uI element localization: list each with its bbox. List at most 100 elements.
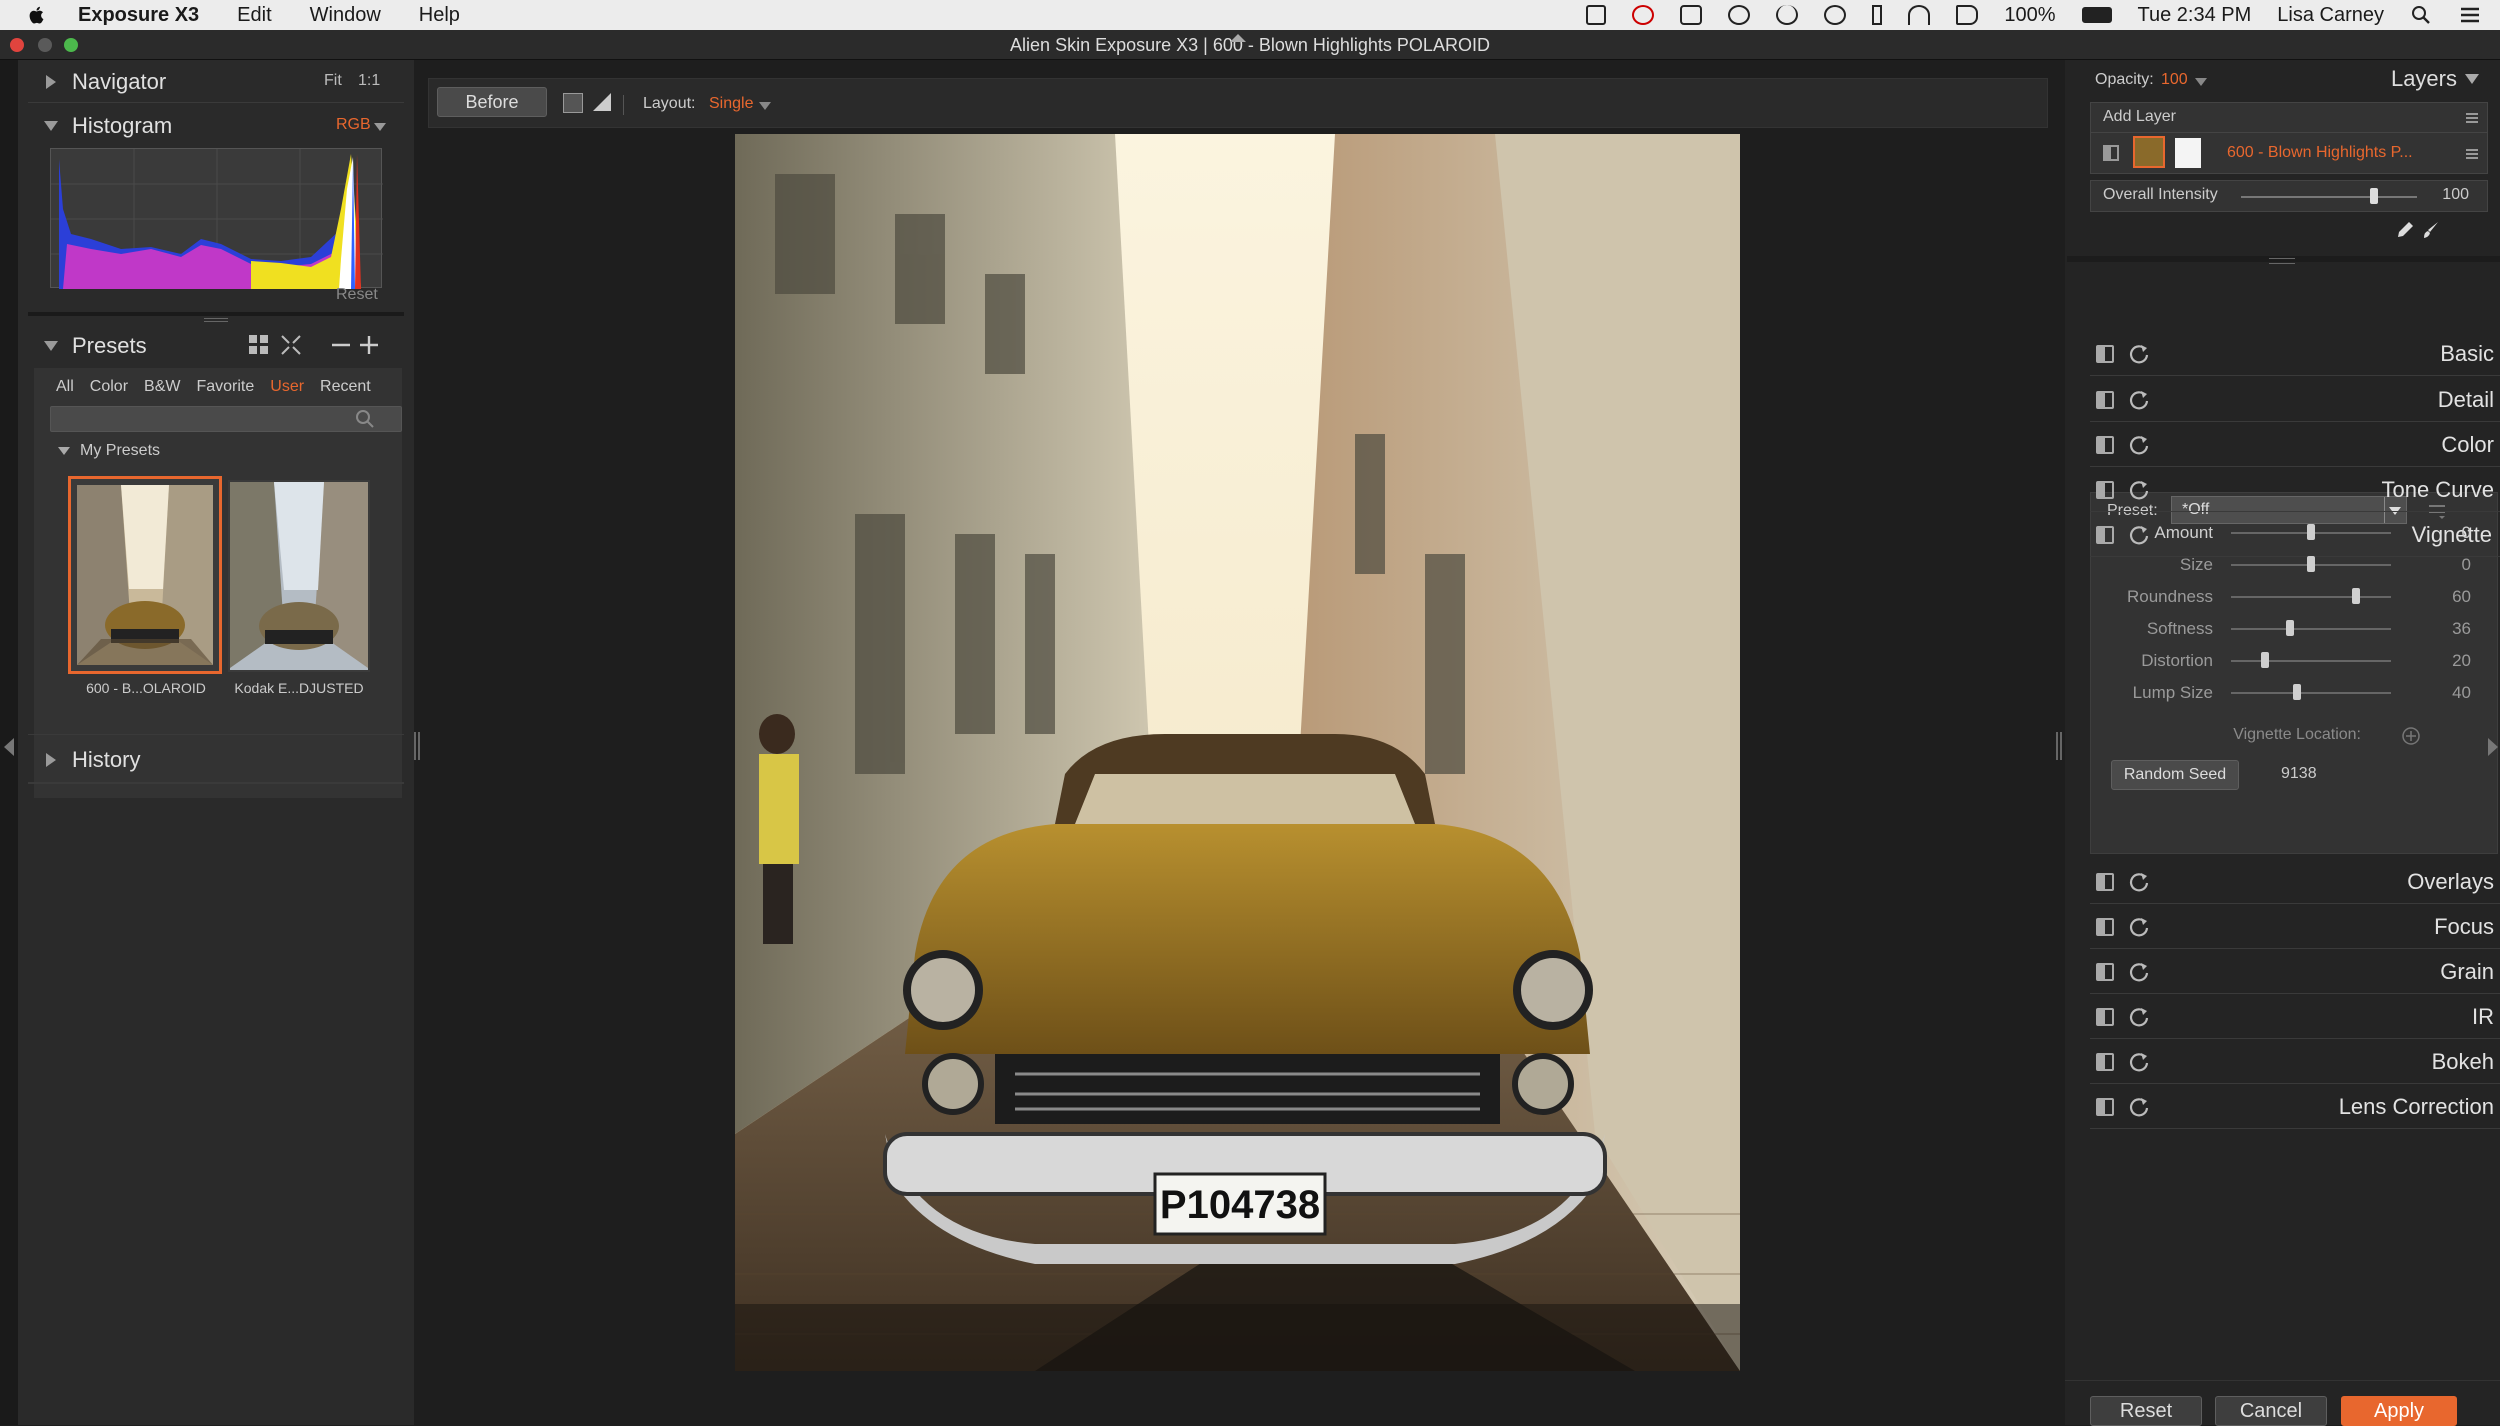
panel-toggle-checkbox[interactable] [2096,872,2114,891]
sync-icon[interactable] [1776,5,1799,25]
slider-thumb[interactable] [2307,556,2315,572]
random-seed-value[interactable]: 9138 [2281,765,2317,783]
tab-color[interactable]: Color [90,378,128,396]
tab-bw[interactable]: B&W [144,378,180,396]
panel-toggle-checkbox[interactable] [2096,435,2114,454]
slider-track[interactable] [2231,652,2391,668]
one-to-one-button[interactable]: 1:1 [358,72,380,90]
panel-toggle-checkbox[interactable] [2096,962,2114,981]
wifi-icon[interactable] [1908,5,1931,25]
layers-toggle-icon[interactable] [2465,74,2479,84]
panel-focus[interactable]: Focus [2090,905,2500,949]
minimize-window-button[interactable] [38,38,52,52]
slider-thumb[interactable] [2286,620,2295,636]
collapse-left-panel-icon[interactable] [4,738,14,756]
resize-handle-icon[interactable] [204,318,228,322]
reset-panel-icon[interactable] [2128,479,2150,501]
panel-toggle-checkbox[interactable] [2096,480,2114,499]
cancel-button[interactable]: Cancel [2215,1396,2327,1426]
menu-window[interactable]: Window [310,4,381,27]
battery-icon[interactable] [2081,7,2112,23]
slider-thumb[interactable] [2292,684,2301,700]
add-layer-button[interactable]: Add Layer [2103,108,2176,126]
layout-select[interactable]: Single [709,95,753,113]
panel-ir[interactable]: IR [2090,995,2500,1039]
panel-bokeh[interactable]: Bokeh [2090,1040,2500,1084]
panel-toggle-checkbox[interactable] [2096,917,2114,936]
presets-header[interactable]: Presets [18,324,414,368]
panel-toggle-checkbox[interactable] [2096,1097,2114,1116]
reset-panel-icon[interactable] [2128,434,2150,456]
menu-help[interactable]: Help [419,4,460,27]
panel-lens-correction[interactable]: Lens Correction [2090,1085,2500,1129]
reset-panel-icon[interactable] [2128,1096,2150,1118]
navigator-header[interactable]: Navigator Fit 1:1 [18,60,414,104]
reset-panel-icon[interactable] [2128,389,2150,411]
slider-track[interactable] [2231,684,2391,700]
panel-toggle-checkbox[interactable] [2096,390,2114,409]
reset-panel-icon[interactable] [2128,1006,2150,1028]
slider-thumb[interactable] [2370,188,2378,204]
spotlight-search-icon[interactable] [2410,4,2432,26]
layer-menu-icon[interactable] [2464,110,2480,126]
slider-amount[interactable]: Amount 0 [2105,518,2495,548]
slider-track[interactable] [2231,620,2391,636]
panel-tone-curve[interactable]: Tone Curve [2090,468,2500,512]
histogram-mode-select[interactable]: RGB [336,116,371,134]
reset-panel-icon[interactable] [2128,1051,2150,1073]
preset-thumbnail-selected[interactable] [68,476,222,674]
overall-intensity-slider[interactable] [2241,196,2417,198]
slider-distortion[interactable]: Distortion 20 [2105,646,2495,676]
panel-detail[interactable]: Detail [2090,378,2500,422]
reset-panel-icon[interactable] [2128,961,2150,983]
apple-icon[interactable] [26,4,48,26]
reset-panel-icon[interactable] [2128,916,2150,938]
slider-softness[interactable]: Softness 36 [2105,614,2495,644]
slider-track[interactable] [2231,588,2391,604]
slider-size[interactable]: Size 0 [2105,550,2495,580]
layer-name[interactable]: 600 - Blown Highlights P... [2227,144,2413,162]
panel-toggle-checkbox[interactable] [2096,1007,2114,1026]
layer-thumbnail[interactable] [2133,136,2165,168]
time-machine-icon[interactable] [1824,5,1847,25]
slider-track[interactable] [2231,556,2391,572]
panel-overlays[interactable]: Overlays [2090,860,2500,904]
slider-lump-size[interactable]: Lump Size 40 [2105,678,2495,708]
split-view-icon[interactable] [591,91,613,113]
notification-center-icon[interactable] [2458,4,2482,26]
panel-toggle-checkbox[interactable] [2096,1052,2114,1071]
creative-cloud-icon[interactable] [1632,5,1655,25]
clock[interactable]: Tue 2:34 PM [2138,4,2252,27]
panel-toggle-checkbox[interactable] [2096,344,2114,363]
reset-panel-icon[interactable] [2128,871,2150,893]
bluetooth-icon[interactable] [1872,5,1883,25]
layer-mask-thumbnail[interactable] [2175,138,2201,168]
brush-icon[interactable] [2421,220,2441,240]
before-button[interactable]: Before [437,87,547,117]
slider-roundness[interactable]: Roundness 60 [2105,582,2495,612]
my-presets-group[interactable]: My Presets [58,442,160,460]
tab-favorite[interactable]: Favorite [196,378,254,396]
grid-view-icon[interactable] [248,334,270,356]
reset-panel-icon[interactable] [2128,343,2150,365]
close-window-button[interactable] [10,38,24,52]
remove-preset-icon[interactable] [330,334,352,356]
collapse-up-icon[interactable] [1230,32,1246,42]
panel-basic[interactable]: Basic [2090,332,2500,376]
slider-thumb[interactable] [2351,588,2360,604]
menu-edit[interactable]: Edit [237,4,271,27]
layer-options-icon[interactable] [2464,146,2480,162]
resize-handle-icon[interactable] [2269,258,2295,264]
layer-visibility-toggle[interactable] [2103,145,2119,161]
random-seed-button[interactable]: Random Seed [2111,760,2239,790]
crosshair-icon[interactable] [2401,726,2421,746]
zoom-window-button[interactable] [64,38,78,52]
collapse-right-panel-icon[interactable] [2488,738,2498,756]
slider-thumb[interactable] [2260,652,2269,668]
tab-user[interactable]: User [270,378,304,396]
history-header[interactable]: History [18,738,414,782]
preset-search-input[interactable] [50,406,402,432]
right-panel-resize-handle[interactable] [2056,732,2062,760]
panel-color[interactable]: Color [2090,423,2500,467]
apply-button[interactable]: Apply [2341,1396,2457,1426]
